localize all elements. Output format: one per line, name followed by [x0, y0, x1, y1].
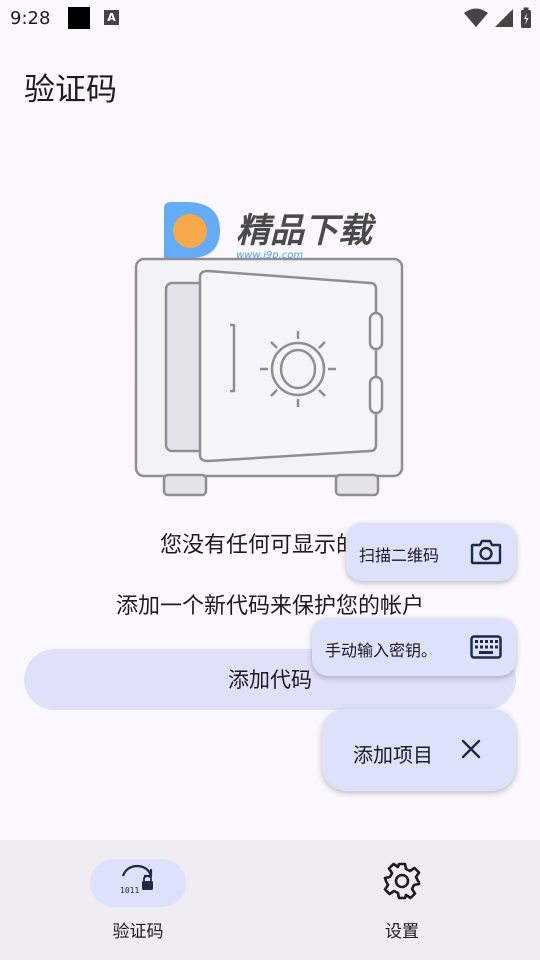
- battery-icon: [521, 7, 531, 28]
- status-icons: [464, 6, 532, 30]
- keyboard-icon: [470, 635, 502, 659]
- nav-label-settings: 设置: [385, 922, 419, 942]
- watermark-brand: 精品下载: [236, 211, 377, 251]
- notification-a-icon: A: [104, 10, 119, 25]
- nav-label-otp: 验证码: [112, 922, 164, 942]
- scan-qr-code-label: 扫描二维码: [359, 546, 440, 565]
- add-item-label: 添加项目: [353, 743, 433, 767]
- notification-square-icon: [68, 7, 90, 29]
- manual-entry-label: 手动输入密钥。: [325, 641, 438, 660]
- manual-entry-button[interactable]: 手动输入密钥。: [312, 618, 516, 676]
- page-title: 验证码: [24, 72, 117, 108]
- close-icon: [461, 739, 481, 759]
- add-item-fab[interactable]: 添加项目: [322, 709, 516, 791]
- scan-qr-code-button[interactable]: 扫描二维码: [346, 523, 516, 581]
- empty-state-subtitle: 添加一个新代码来保护您的帐户: [115, 594, 424, 619]
- status-time: 9:28: [10, 8, 51, 29]
- otp-lock-icon: 1011: [120, 864, 153, 895]
- empty-safe-illustration: [134, 257, 404, 497]
- camera-icon: [470, 539, 502, 565]
- status-bar: 9:28 A: [0, 0, 540, 36]
- gear-icon: [383, 862, 421, 900]
- wifi-icon: [464, 8, 488, 27]
- nav-item-settings[interactable]: 设置: [267, 840, 537, 960]
- bottom-navigation: 1011 验证码 设置: [0, 840, 540, 960]
- cell-signal-icon: [495, 9, 513, 27]
- nav-item-otp[interactable]: 1011 验证码: [3, 840, 273, 960]
- svg-text:1011: 1011: [120, 886, 139, 895]
